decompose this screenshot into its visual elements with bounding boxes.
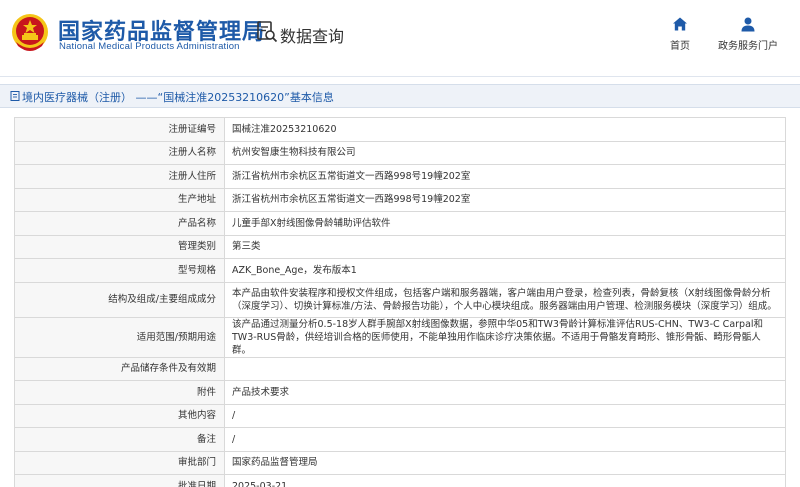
row-value: 本产品由软件安装程序和授权文件组成，包括客户端和服务器端，客户端由用户登录，检查…	[224, 281, 786, 318]
row-label: 审批部门	[14, 450, 225, 475]
row-label: 注册人住所	[14, 164, 225, 189]
row-value: 该产品通过测量分析0.5-18岁人群手腕部X射线图像数据，参照中华05和TW3骨…	[224, 316, 786, 358]
site-subtitle: National Medical Products Administration	[59, 41, 240, 52]
table-row: 其他内容 /	[14, 403, 786, 428]
nav-service-portal[interactable]: 政务服务门户	[712, 16, 784, 52]
table-row: 管理类别 第三类	[14, 234, 786, 259]
record-table: 注册证编号 国械注准20253210620 注册人名称 杭州安智康生物科技有限公…	[14, 117, 786, 487]
row-label: 型号规格	[14, 258, 225, 283]
row-value: 产品技术要求	[224, 380, 786, 405]
data-query-link[interactable]: 数据查询	[280, 23, 344, 47]
row-value: 浙江省杭州市余杭区五常街道文一西路998号19幢202室	[224, 187, 786, 212]
table-row: 适用范围/预期用途 该产品通过测量分析0.5-18岁人群手腕部X射线图像数据，参…	[14, 316, 786, 358]
row-value: 杭州安智康生物科技有限公司	[224, 140, 786, 165]
table-row: 产品名称 儿童手部X射线图像骨龄辅助评估软件	[14, 211, 786, 236]
breadcrumb: 境内医疗器械（注册） ——“国械注准20253210620”基本信息	[0, 84, 800, 108]
row-value: AZK_Bone_Age，发布版本1	[224, 258, 786, 283]
row-label: 结构及组成/主要组成成分	[14, 281, 225, 318]
site-header: 国家药品监督管理局 National Medical Products Admi…	[0, 0, 800, 78]
table-row: 附件 产品技术要求	[14, 380, 786, 405]
table-row: 注册人名称 杭州安智康生物科技有限公司	[14, 140, 786, 165]
table-row: 批准日期 2025-03-21	[14, 474, 786, 487]
nav-home-label: 首页	[670, 41, 690, 52]
row-label: 生产地址	[14, 187, 225, 212]
nav-home[interactable]: 首页	[664, 16, 696, 52]
table-row: 型号规格 AZK_Bone_Age，发布版本1	[14, 258, 786, 283]
table-row: 结构及组成/主要组成成分 本产品由软件安装程序和授权文件组成，包括客户端和服务器…	[14, 281, 786, 318]
header-divider	[0, 76, 800, 77]
home-icon	[673, 17, 687, 31]
nav-service-portal-label: 政务服务门户	[718, 41, 778, 52]
table-row: 产品储存条件及有效期	[14, 356, 786, 381]
user-icon	[741, 17, 755, 32]
row-value: /	[224, 427, 786, 452]
row-value: 2025-03-21	[224, 474, 786, 487]
row-label: 注册人名称	[14, 140, 225, 165]
row-value: 国家药品监督管理局	[224, 450, 786, 475]
row-label: 产品储存条件及有效期	[14, 356, 225, 381]
table-row: 审批部门 国家药品监督管理局	[14, 450, 786, 475]
row-label: 管理类别	[14, 234, 225, 259]
row-value	[224, 356, 786, 381]
document-icon	[10, 91, 20, 101]
row-value: 国械注准20253210620	[224, 117, 786, 142]
row-label: 适用范围/预期用途	[14, 316, 225, 358]
table-row: 注册人住所 浙江省杭州市余杭区五常街道文一西路998号19幢202室	[14, 164, 786, 189]
row-label: 其他内容	[14, 403, 225, 428]
row-label: 注册证编号	[14, 117, 225, 142]
row-label: 备注	[14, 427, 225, 452]
row-label: 产品名称	[14, 211, 225, 236]
row-value: /	[224, 403, 786, 428]
row-value: 浙江省杭州市余杭区五常街道文一西路998号19幢202室	[224, 164, 786, 189]
national-emblem-icon	[12, 14, 48, 51]
table-row: 生产地址 浙江省杭州市余杭区五常街道文一西路998号19幢202室	[14, 187, 786, 212]
breadcrumb-text: 境内医疗器械（注册） ——“国械注准20253210620”基本信息	[22, 91, 334, 104]
row-value: 第三类	[224, 234, 786, 259]
row-label: 附件	[14, 380, 225, 405]
table-row: 备注 /	[14, 427, 786, 452]
table-row: 注册证编号 国械注准20253210620	[14, 117, 786, 142]
row-value: 儿童手部X射线图像骨龄辅助评估软件	[224, 211, 786, 236]
data-query-icon	[257, 21, 278, 43]
row-label: 批准日期	[14, 474, 225, 487]
